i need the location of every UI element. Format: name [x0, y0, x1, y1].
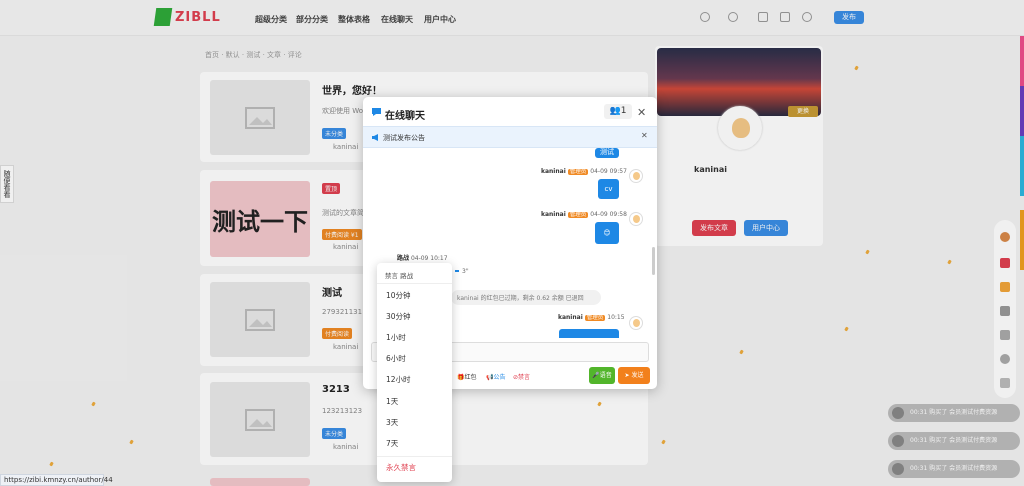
online-count: 1	[620, 106, 627, 116]
scrollbar[interactable]	[652, 247, 655, 275]
system-message: kaninai 的红包已过期，剩余 0.62 余额 已退回	[451, 290, 601, 305]
message-bubble	[559, 329, 619, 338]
notice-tool[interactable]: 📢公告	[486, 372, 506, 381]
message-bubble: 😊	[595, 222, 619, 244]
chat-title: 在线聊天	[385, 111, 425, 122]
notice-bar: 测试发布公告 ✕	[363, 126, 657, 148]
message-meta: kaninai 管理员 10:15	[558, 314, 625, 321]
message-meta: kaninai 管理员 04-09 09:58	[541, 211, 627, 218]
send-icon: ➤	[624, 372, 630, 379]
user-avatar[interactable]	[629, 169, 643, 183]
notice-text: 测试发布公告	[383, 134, 425, 142]
mute-option[interactable]: 1天	[377, 391, 452, 412]
close-icon[interactable]: ✕	[637, 106, 646, 119]
mute-option[interactable]: 30分钟	[377, 306, 452, 327]
message-bubble: cv	[598, 179, 619, 199]
users-icon: 👥	[609, 106, 621, 116]
mic-icon: 🎤	[592, 372, 600, 379]
message-meta: 路战 04-09 10:17	[397, 255, 448, 262]
mute-duration-menu: 禁言 路战 10分钟 30分钟 1小时 6小时 12小时 1天 3天 7天 永久…	[377, 263, 452, 482]
message-meta: kaninai 管理员 04-09 09:57	[541, 168, 627, 175]
chat-bubble-icon	[372, 108, 381, 116]
online-count-button[interactable]: 👥1	[604, 104, 632, 119]
send-button[interactable]: ➤ 发送	[618, 367, 650, 384]
user-avatar[interactable]	[629, 212, 643, 226]
megaphone-icon	[372, 134, 378, 141]
notice-close-icon[interactable]: ✕	[641, 131, 648, 140]
mute-tool[interactable]: ⊘禁言	[513, 372, 530, 381]
red-packet-tool[interactable]: 🎁红包	[457, 372, 477, 381]
divider	[377, 283, 452, 284]
voice-wave-icon	[455, 270, 459, 272]
voice-button[interactable]: 🎤语音	[589, 367, 615, 384]
mute-option[interactable]: 10分钟	[377, 285, 452, 306]
status-bar-url: https://zibi.kmnzy.cn/author/44	[0, 474, 113, 486]
mute-option[interactable]: 3天	[377, 412, 452, 433]
voice-duration: 3"	[462, 268, 469, 275]
mute-option[interactable]: 7天	[377, 433, 452, 454]
message-bubble: 测试	[595, 148, 619, 158]
mute-option[interactable]: 1小时	[377, 327, 452, 348]
mute-menu-header: 禁言 路战	[385, 272, 414, 280]
mute-option[interactable]: 12小时	[377, 369, 452, 390]
permanent-mute-option[interactable]: 永久禁言	[377, 457, 452, 478]
mute-option[interactable]: 6小时	[377, 348, 452, 369]
user-avatar[interactable]	[629, 316, 643, 330]
